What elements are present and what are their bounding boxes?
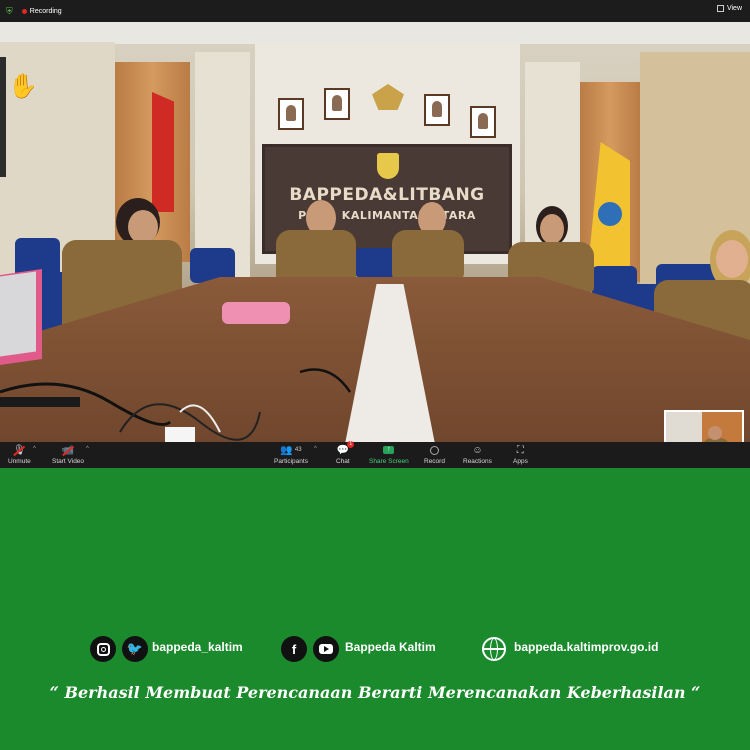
- video-options-caret[interactable]: ^: [86, 446, 89, 452]
- provincial-emblem: [377, 153, 399, 179]
- start-video-label: Start Video: [52, 458, 85, 465]
- share-screen-icon: ↑: [383, 446, 395, 454]
- reactions-button[interactable]: ☺ Reactions: [463, 444, 492, 466]
- participants-button[interactable]: 👥 43 Participants: [274, 444, 308, 466]
- record-icon: [429, 445, 439, 455]
- zoom-meeting-window: ⛨ Recording View BAPPEDA&LITBANG PROV. K…: [0, 0, 750, 468]
- meeting-toolbar: 🎙 Unmute ^ 📹 Start Video ^ 👥43 Participa…: [0, 441, 750, 468]
- twitter-icon[interactable]: 🐦: [122, 636, 148, 662]
- facebook-youtube-name[interactable]: Bappeda Kaltim: [345, 640, 436, 654]
- meeting-top-bar: ⛨ Recording View: [0, 0, 750, 22]
- instagram-twitter-handle[interactable]: bappeda_kaltim: [152, 640, 243, 654]
- apps-button[interactable]: ⛶ Apps: [513, 444, 528, 466]
- recording-label: Recording: [29, 7, 62, 15]
- ceiling: [0, 22, 750, 44]
- audio-options-caret[interactable]: ^: [33, 446, 36, 452]
- website-link[interactable]: bappeda.kaltimprov.go.id: [514, 640, 658, 654]
- laptop-screen: [0, 271, 36, 357]
- active-speaker-video[interactable]: BAPPEDA&LITBANG PROV. KALIMANTAN UTARA ✋: [0, 22, 750, 442]
- motto-tagline: “ Berhasil Membuat Perencanaan Berarti M…: [49, 683, 701, 702]
- board-title: BAPPEDA&LITBANG: [289, 185, 485, 205]
- video-camera-off-icon: 📹: [62, 444, 74, 456]
- unmute-label: Unmute: [8, 458, 31, 465]
- cables: [0, 368, 352, 442]
- red-flag: [152, 92, 174, 212]
- portrait-frame: [278, 98, 304, 130]
- apps-label: Apps: [513, 458, 528, 465]
- participants-label: Participants: [274, 458, 308, 465]
- pink-container: [222, 302, 290, 324]
- record-button[interactable]: Record: [424, 444, 445, 465]
- flag-emblem: [598, 202, 622, 226]
- share-screen-label: Share Screen: [369, 458, 409, 465]
- reactions-label: Reactions: [463, 458, 492, 465]
- raised-hand-icon: ✋: [8, 73, 38, 100]
- globe-icon: [482, 637, 506, 661]
- portrait-frame: [470, 106, 496, 138]
- portrait-frame: [424, 94, 450, 126]
- grid-view-icon: [716, 5, 724, 12]
- instagram-icon[interactable]: [90, 636, 116, 662]
- apps-icon: ⛶: [516, 444, 524, 456]
- recording-dot-icon: [21, 8, 27, 14]
- shield-icon[interactable]: ⛨: [6, 6, 13, 17]
- smiley-icon: ☺: [472, 444, 483, 456]
- portrait-frame: [324, 88, 350, 120]
- chat-bubble-icon: 💬 1: [336, 441, 355, 456]
- side-panel-edge: [0, 57, 6, 177]
- board-subtitle: PROV. KALIMANTAN UTARA: [298, 209, 476, 222]
- view-label: View: [726, 5, 742, 12]
- unmute-button[interactable]: 🎙 Unmute: [8, 444, 31, 466]
- chat-button[interactable]: 💬 1 Chat: [336, 441, 355, 465]
- start-video-button[interactable]: 📹 Start Video: [52, 444, 85, 466]
- chat-label: Chat: [336, 458, 350, 465]
- facebook-icon[interactable]: f: [281, 636, 307, 662]
- participants-options-caret[interactable]: ^: [314, 446, 317, 452]
- participants-icon: 👥 43: [280, 444, 302, 456]
- participants-count: 43: [294, 447, 302, 453]
- microphone-muted-icon: 🎙: [13, 444, 26, 456]
- chat-badge: 1: [347, 441, 355, 448]
- share-screen-button[interactable]: ↑ Share Screen: [369, 444, 409, 465]
- youtube-icon[interactable]: [313, 636, 339, 662]
- record-label: Record: [424, 458, 445, 465]
- social-media-bar: 🐦 bappeda_kaltim f Bappeda Kaltim bapped…: [0, 634, 750, 664]
- chair: [355, 248, 395, 278]
- view-button[interactable]: View: [716, 5, 742, 12]
